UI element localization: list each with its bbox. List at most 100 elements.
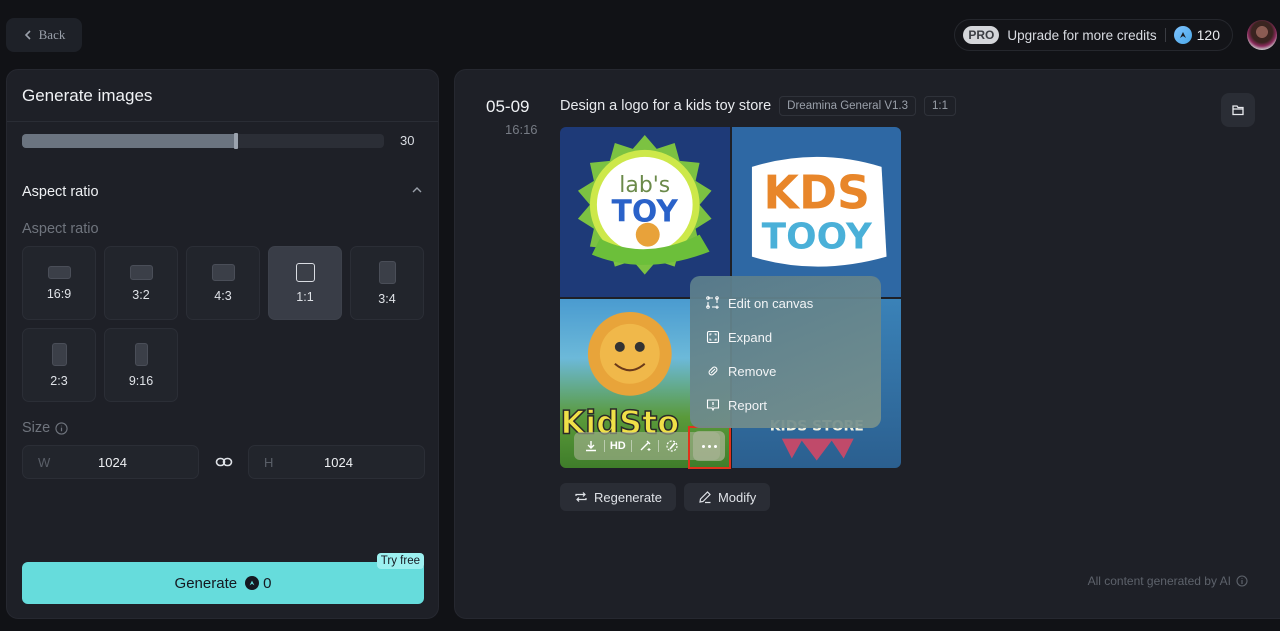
back-button[interactable]: Back <box>6 18 82 52</box>
hd-upscale-button[interactable]: HD <box>610 438 626 454</box>
info-icon[interactable] <box>55 421 68 435</box>
generate-cost: 0 <box>245 575 271 592</box>
eraser-icon <box>708 366 718 376</box>
prompt-text: Design a logo for a kids toy store <box>560 98 772 114</box>
magic-wand-icon[interactable] <box>637 438 653 454</box>
menu-item-report[interactable]: Report <box>690 388 881 422</box>
kds-logo-art: KDS TOOY <box>751 156 887 267</box>
ai-disclaimer-text: All content generated by AI <box>1087 574 1231 588</box>
height-input[interactable]: H 1024 <box>248 445 425 479</box>
image-context-menu: Edit on canvas Expand Remove Report <box>690 276 881 428</box>
ratio-9-16[interactable]: 9:16 <box>104 328 178 402</box>
topbar-right: PRO Upgrade for more credits 120 <box>954 18 1280 52</box>
ratio-4-3[interactable]: 4:3 <box>186 246 260 320</box>
prompt-row: Design a logo for a kids toy store Dream… <box>560 96 956 116</box>
pencil-icon <box>699 491 711 504</box>
size-row: W 1024 H 1024 <box>22 445 425 479</box>
slider-fill <box>22 133 236 148</box>
regenerate-icon <box>575 492 587 502</box>
pro-badge: PRO <box>963 26 1000 44</box>
generated-image-2[interactable]: KDS TOOY <box>731 127 901 297</box>
generated-image-1[interactable]: lab's TOY <box>560 127 730 297</box>
dot <box>701 444 705 448</box>
generate-panel: Generate images 30 Aspect ratio Aspect r… <box>6 69 439 619</box>
dot <box>713 444 717 448</box>
chevron-up-icon[interactable] <box>411 184 423 200</box>
upgrade-label: Upgrade for more credits <box>1007 27 1157 43</box>
menu-item-label: Edit on canvas <box>728 295 814 311</box>
ratio-3-2[interactable]: 3:2 <box>104 246 178 320</box>
menu-item-label: Expand <box>728 329 773 345</box>
inpaint-brush-icon[interactable] <box>664 438 680 454</box>
ratio-1-1[interactable]: 1:1 <box>268 246 342 320</box>
size-label: Size <box>22 420 68 436</box>
height-axis-label: H <box>264 454 274 470</box>
results-panel: 05-09 16:16 Design a logo for a kids toy… <box>454 69 1280 619</box>
ratio-label: 1:1 <box>296 289 314 304</box>
modify-label: Modify <box>717 489 757 505</box>
divider <box>1164 28 1166 42</box>
credit-icon <box>245 576 260 590</box>
quality-slider[interactable] <box>22 132 384 149</box>
link-icon <box>215 457 232 467</box>
upgrade-credits-pill[interactable]: PRO Upgrade for more credits 120 <box>954 19 1233 51</box>
size-label-text: Size <box>22 420 51 436</box>
credit-icon <box>1173 26 1192 44</box>
generate-button[interactable]: Generate 0 <box>22 562 424 604</box>
ratio-label: 16:9 <box>46 286 72 301</box>
ratio-shape-icon <box>129 264 153 280</box>
ratio-shape-icon <box>211 263 235 281</box>
menu-item-label: Report <box>728 397 768 413</box>
panel-title: Generate images <box>7 70 438 122</box>
ratio-shape-icon <box>134 342 148 366</box>
divider <box>603 440 605 452</box>
result-time: 16:16 <box>505 122 538 137</box>
aspect-ratio-grid: 16:9 3:2 4:3 1:1 3:4 2:3 9:16 <box>22 246 424 402</box>
divider <box>658 440 660 452</box>
user-avatar[interactable] <box>1247 20 1277 50</box>
download-icon[interactable] <box>583 438 599 454</box>
divider <box>630 440 632 452</box>
slider-thumb[interactable] <box>233 132 238 149</box>
regenerate-button[interactable]: Regenerate <box>560 483 676 511</box>
ratio-label: 9:16 <box>128 373 154 388</box>
modify-button[interactable]: Modify <box>683 483 771 511</box>
ratio-tag: 1:1 <box>923 96 956 116</box>
dot <box>707 444 711 448</box>
width-input[interactable]: W 1024 <box>22 445 199 479</box>
edit-canvas-icon <box>706 296 719 309</box>
ratio-16-9[interactable]: 16:9 <box>22 246 96 320</box>
aspect-section-title: Aspect ratio <box>22 184 99 200</box>
menu-item-edit-on-canvas[interactable]: Edit on canvas <box>690 286 881 320</box>
ratio-shape-icon <box>47 265 71 279</box>
width-axis-label: W <box>38 454 51 470</box>
aspect-sub-label: Aspect ratio <box>22 221 99 237</box>
menu-item-expand[interactable]: Expand <box>690 320 881 354</box>
menu-item-remove[interactable]: Remove <box>690 354 881 388</box>
ai-disclaimer: All content generated by AI <box>1088 574 1248 588</box>
more-options-button[interactable] <box>693 431 725 461</box>
link-ratio-button[interactable] <box>199 453 248 471</box>
aspect-ratio-section-header[interactable]: Aspect ratio <box>22 184 423 200</box>
generate-wrap: Generate 0 Try free <box>22 553 424 604</box>
regenerate-label: Regenerate <box>594 489 662 505</box>
ratio-shape-icon <box>295 262 315 282</box>
report-icon <box>706 399 720 412</box>
result-date: 05-09 <box>486 97 530 116</box>
ratio-label: 3:2 <box>132 287 150 302</box>
try-free-badge: Try free <box>376 553 424 569</box>
expand-icon <box>706 330 720 344</box>
ratio-shape-icon <box>51 342 67 366</box>
ratio-2-3[interactable]: 2:3 <box>22 328 96 402</box>
chevron-left-icon <box>24 30 31 40</box>
menu-item-label: Remove <box>728 363 777 379</box>
ratio-shape-icon <box>378 260 396 284</box>
result-actions: Regenerate Modify <box>560 483 771 511</box>
model-tag: Dreamina General V1.3 <box>779 96 916 116</box>
ratio-label: 2:3 <box>50 373 68 388</box>
info-icon[interactable] <box>1236 575 1248 587</box>
width-value: 1024 <box>98 454 127 470</box>
svg-text:TOOY: TOOY <box>761 217 872 258</box>
folder-button[interactable] <box>1221 93 1255 127</box>
ratio-3-4[interactable]: 3:4 <box>350 246 424 320</box>
